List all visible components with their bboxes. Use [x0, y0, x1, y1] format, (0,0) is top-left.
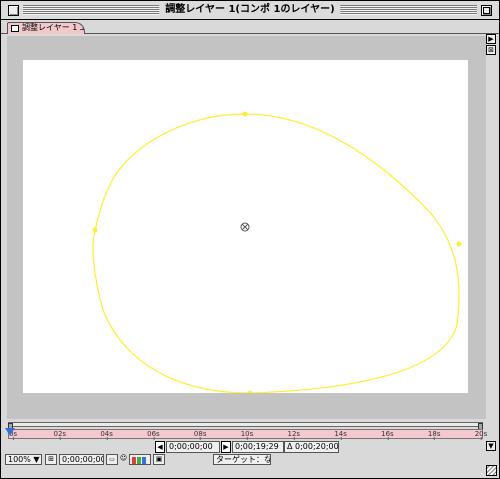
current-time-indicator-icon[interactable] — [5, 428, 15, 436]
set-out-point-button[interactable]: ▶ — [221, 441, 231, 453]
zoom-value: 100% — [8, 455, 31, 464]
tab-label: 調整レイヤー 1 ⅃ — [22, 23, 85, 32]
layer-canvas[interactable] — [23, 60, 468, 393]
tab-layer[interactable]: 調整レイヤー 1 ⅃ — [7, 22, 85, 34]
target-select[interactable]: ターゲット：なし ▼ — [213, 454, 271, 465]
mask-path[interactable] — [23, 60, 468, 393]
resize-grip-icon[interactable] — [486, 465, 497, 476]
show-snapshot-icon[interactable]: ☺ — [119, 454, 128, 465]
ruler-tick-label: 10s — [240, 430, 254, 440]
time-ruler[interactable]: 0s 02s 04s 06s 08s 10s 12s 14s 16s 18s 20s — [8, 429, 487, 440]
ruler-tick-label: 18s — [427, 430, 441, 440]
layer-tab-icon — [11, 25, 19, 32]
ruler-tick-label: 04s — [100, 430, 113, 440]
ruler-tick-label: 20s — [474, 430, 488, 440]
work-area-bar[interactable] — [8, 422, 483, 431]
mask-vertex[interactable] — [247, 390, 253, 394]
close-box-icon[interactable] — [8, 5, 19, 16]
ruler-tick-label: 08s — [193, 430, 207, 440]
safe-zones-icon[interactable]: ⊞ — [45, 454, 57, 465]
ruler-tick-label: 14s — [334, 430, 347, 440]
blue-channel-swatch — [142, 457, 146, 464]
current-time-display[interactable]: 0;00;00;00 — [59, 454, 104, 465]
in-point-time[interactable]: 0;00;00;00 — [166, 441, 220, 453]
scroll-down-arrow-icon[interactable]: ▼ — [486, 441, 496, 451]
green-channel-swatch — [137, 457, 141, 464]
ruler-tick-label: 16s — [381, 430, 394, 440]
scroll-right-arrow-icon[interactable]: ▶ — [486, 34, 496, 44]
region-of-interest-icon[interactable]: ▣ — [153, 454, 165, 465]
duration-time: Δ 0;00;20;00 — [284, 441, 339, 453]
mask-vertex[interactable] — [92, 227, 98, 233]
channel-swatches[interactable] — [129, 454, 151, 465]
time-row: ◀ 0;00;00;00 ▶ 0;00;19;29 Δ 0;00;20;00 — [1, 441, 499, 454]
target-label: ターゲット：なし — [216, 455, 270, 464]
panel-menu-icon[interactable]: ⊠ — [486, 45, 496, 55]
ruler-tick-label: 12s — [287, 430, 301, 440]
snapshot-icon[interactable]: ▭ — [106, 454, 118, 465]
tab-strip: 調整レイヤー 1 ⅃ — [1, 20, 499, 34]
set-in-point-button[interactable]: ◀ — [155, 441, 165, 453]
ruler-tick-label: 02s — [53, 430, 67, 440]
title-bar[interactable]: 調整レイヤー 1(コンポ 1のレイヤー) — [1, 1, 499, 20]
ruler-tick-label: 06s — [147, 430, 160, 440]
zoom-box-icon[interactable] — [481, 5, 492, 16]
red-channel-swatch — [132, 457, 136, 464]
mask-vertex[interactable] — [242, 111, 248, 117]
composition-viewer — [7, 36, 486, 419]
out-point-time[interactable]: 0;00;19;29 — [232, 441, 284, 453]
mask-vertex[interactable] — [456, 241, 462, 247]
zoom-select[interactable]: 100% ▼ — [5, 454, 42, 465]
timeline-ruler-area: 0s 02s 04s 06s 08s 10s 12s 14s 16s 18s 20s — [4, 420, 488, 440]
window-title: 調整レイヤー 1(コンポ 1のレイヤー) — [159, 3, 341, 17]
anchor-point-icon[interactable] — [240, 222, 250, 232]
layer-window: 調整レイヤー 1(コンポ 1のレイヤー) 調整レイヤー 1 ⅃ ▶ ⊠ 0s 0… — [0, 0, 500, 479]
viewer-controls: 100% ▼ ⊞ 0;00;00;00 ▭ ☺ ▣ ターゲット：なし ▼ — [1, 454, 499, 466]
